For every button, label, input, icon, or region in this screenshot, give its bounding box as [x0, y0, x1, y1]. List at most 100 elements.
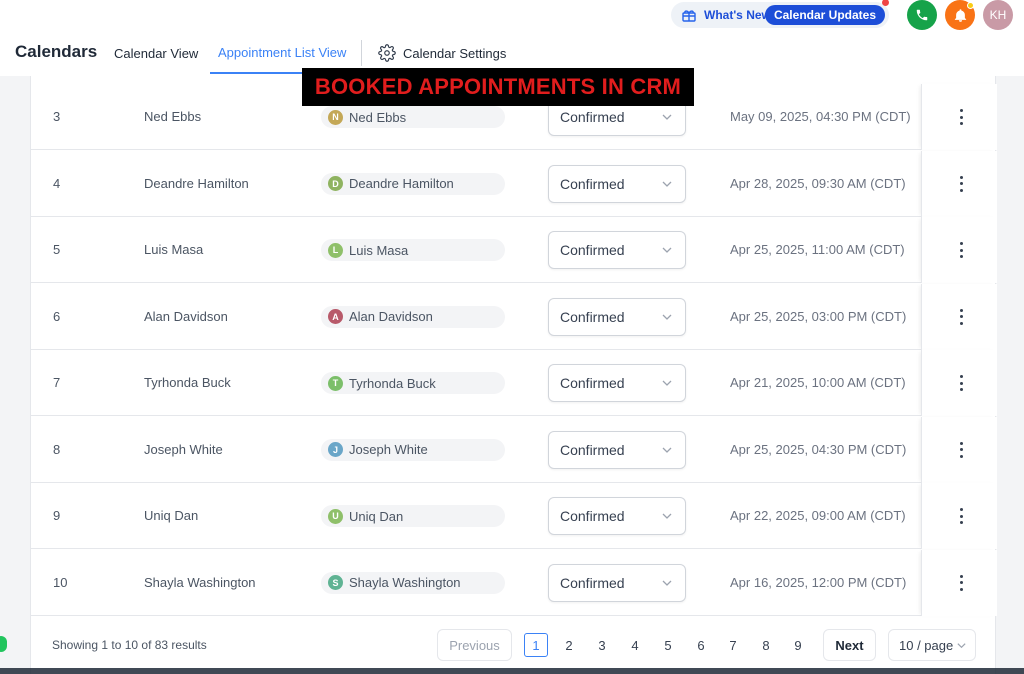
table-row: 9 Uniq Dan U Uniq Dan Confirmed Apr 22, 2025,…: [31, 483, 997, 549]
appointment-name: Shayla Washington: [144, 574, 256, 590]
more-options-icon[interactable]: [958, 175, 964, 192]
status-value: Confirmed: [560, 441, 625, 458]
chevron-down-icon: [662, 247, 672, 253]
status-select[interactable]: Confirmed: [548, 430, 686, 469]
contact-name[interactable]: Alan Davidson: [349, 309, 433, 324]
more-options-icon[interactable]: [958, 308, 964, 325]
row-actions-cell: [921, 549, 997, 616]
contact-name[interactable]: Uniq Dan: [349, 509, 403, 524]
row-number: 5: [53, 242, 61, 257]
appointment-date: Apr 28, 2025, 09:30 AM (CDT): [730, 175, 906, 191]
contact-initial-avatar: L: [328, 242, 343, 258]
chevron-down-icon: [662, 114, 672, 120]
contact-initial-avatar: T: [328, 375, 343, 391]
more-options-icon[interactable]: [958, 109, 964, 125]
notifications-button[interactable]: [945, 0, 975, 30]
contact-chip[interactable]: J Joseph White: [321, 438, 505, 461]
appointment-date: May 09, 2025, 04:30 PM (CDT): [730, 109, 911, 124]
pagination-footer: Showing 1 to 10 of 83 results Previous 1…: [31, 616, 997, 674]
contact-chip[interactable]: A Alan Davidson: [321, 305, 505, 328]
page-5-button[interactable]: 5: [656, 633, 680, 657]
gift-icon: [682, 10, 696, 22]
help-widget-edge[interactable]: [0, 636, 7, 652]
calendar-settings-label[interactable]: Calendar Settings: [403, 46, 506, 61]
more-options-icon[interactable]: [958, 242, 964, 258]
status-select[interactable]: Confirmed: [548, 364, 686, 402]
row-number: 7: [53, 375, 61, 390]
calendar-updates-button[interactable]: Calendar Updates: [764, 5, 885, 25]
appointment-name: Ned Ebbs: [144, 109, 202, 124]
tab-appointment-list-view[interactable]: Appointment List View: [218, 45, 346, 60]
page-8-button[interactable]: 8: [754, 633, 778, 657]
contact-name[interactable]: Ned Ebbs: [349, 110, 406, 125]
appointment-date: Apr 22, 2025, 09:00 AM (CDT): [730, 508, 906, 523]
row-actions-cell: [921, 283, 997, 350]
appointment-name: Deandre Hamilton: [144, 175, 249, 191]
appointment-date: Apr 21, 2025, 10:00 AM (CDT): [730, 375, 906, 390]
appointment-name: Luis Masa: [144, 242, 204, 257]
status-select[interactable]: Confirmed: [548, 231, 686, 269]
row-number: 4: [53, 175, 61, 191]
status-value: Confirmed: [560, 574, 625, 591]
page-7-button[interactable]: 7: [721, 633, 745, 657]
tab-divider: [361, 40, 362, 66]
more-options-icon[interactable]: [958, 508, 964, 524]
chevron-down-icon: [662, 380, 672, 386]
status-value: Confirmed: [560, 109, 625, 125]
chevron-down-icon: [662, 513, 672, 519]
contact-name[interactable]: Joseph White: [349, 442, 428, 457]
page-9-button[interactable]: 9: [786, 633, 810, 657]
table-row: 5 Luis Masa L Luis Masa Confirmed Apr 25, 202…: [31, 217, 997, 283]
tab-calendar-settings[interactable]: Calendar Settings: [378, 44, 506, 62]
table-row: 4 Deandre Hamilton D Deandre Hamilton Confir…: [31, 150, 997, 217]
contact-name[interactable]: Deandre Hamilton: [349, 176, 454, 191]
contact-initial-avatar: D: [328, 176, 343, 191]
more-options-icon[interactable]: [958, 574, 964, 591]
whats-new-label[interactable]: What's New: [704, 8, 771, 22]
page-3-button[interactable]: 3: [590, 633, 614, 657]
status-select[interactable]: Confirmed: [548, 297, 686, 336]
per-page-select[interactable]: 10 / page: [888, 629, 976, 661]
whats-new-pill[interactable]: What's New Calendar Updates: [671, 0, 889, 28]
user-avatar[interactable]: KH: [983, 0, 1013, 30]
status-value: Confirmed: [560, 375, 625, 391]
status-value: Confirmed: [560, 242, 625, 258]
phone-button[interactable]: [907, 0, 937, 30]
tab-calendar-view[interactable]: Calendar View: [114, 46, 198, 61]
appointment-date: Apr 25, 2025, 03:00 PM (CDT): [730, 308, 907, 324]
more-options-icon[interactable]: [958, 375, 964, 391]
status-select[interactable]: Confirmed: [548, 563, 686, 602]
row-actions-cell: [921, 217, 997, 283]
status-value: Confirmed: [560, 508, 625, 524]
top-bar: What's New Calendar Updates KH: [0, 0, 1024, 30]
contact-chip[interactable]: L Luis Masa: [321, 239, 505, 261]
row-number: 9: [53, 508, 61, 523]
contact-chip[interactable]: S Shayla Washington: [321, 571, 505, 594]
page-1-button[interactable]: 1: [524, 633, 548, 657]
contact-chip[interactable]: D Deandre Hamilton: [321, 172, 505, 195]
row-actions-cell: [921, 150, 997, 217]
status-select[interactable]: Confirmed: [548, 164, 686, 203]
contact-chip[interactable]: N Ned Ebbs: [321, 106, 505, 128]
next-page-button[interactable]: Next: [823, 629, 876, 661]
contact-name[interactable]: Shayla Washington: [349, 575, 461, 590]
status-select[interactable]: Confirmed: [548, 497, 686, 535]
chevron-down-icon: [662, 447, 672, 453]
contact-initial-avatar: S: [328, 575, 343, 590]
row-actions-cell: [921, 416, 997, 483]
contact-chip[interactable]: T Tyrhonda Buck: [321, 372, 505, 394]
more-options-icon[interactable]: [958, 441, 964, 458]
page-2-button[interactable]: 2: [557, 633, 581, 657]
contact-name[interactable]: Luis Masa: [349, 243, 408, 258]
page-4-button[interactable]: 4: [623, 633, 647, 657]
contact-name[interactable]: Tyrhonda Buck: [349, 376, 436, 391]
row-actions-cell: [921, 350, 997, 416]
appointment-date: Apr 25, 2025, 04:30 PM (CDT): [730, 441, 907, 457]
contact-chip[interactable]: U Uniq Dan: [321, 505, 505, 527]
chevron-down-icon: [957, 643, 966, 649]
page-6-button[interactable]: 6: [689, 633, 713, 657]
row-number: 6: [53, 308, 61, 324]
table-row: 10 Shayla Washington S Shayla Washington Con…: [31, 549, 997, 616]
row-number: 10: [53, 574, 68, 590]
previous-page-button[interactable]: Previous: [437, 629, 512, 661]
